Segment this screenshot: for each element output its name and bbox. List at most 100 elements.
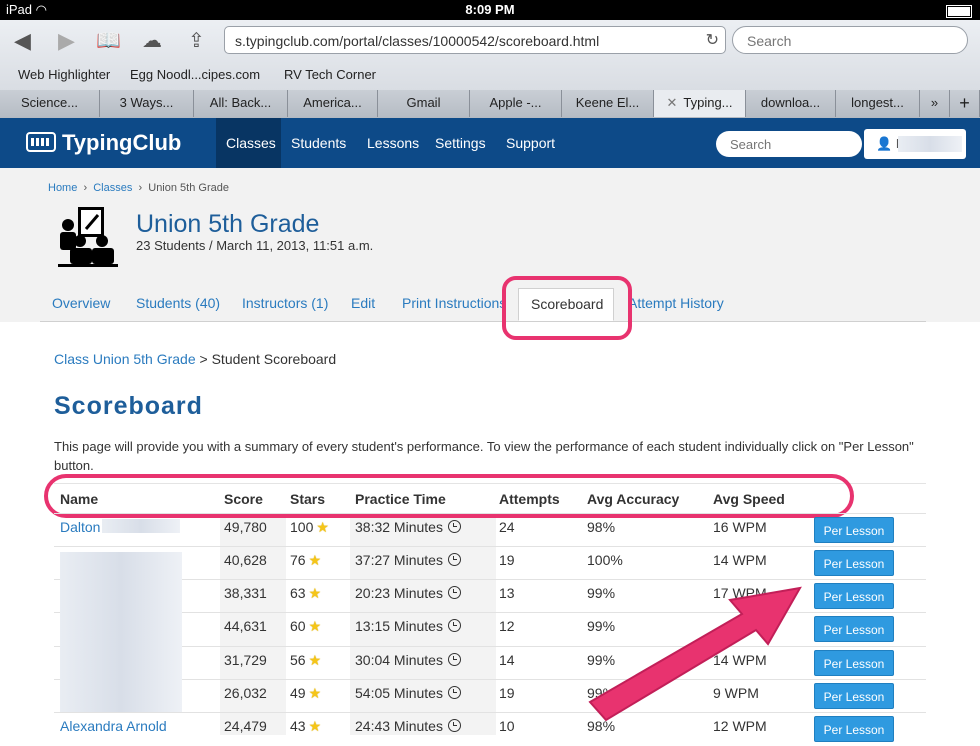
cloud-tabs-icon[interactable]: ☁ xyxy=(142,28,162,53)
browser-tab[interactable]: downloa... xyxy=(746,90,836,117)
stars-value: 63 xyxy=(290,585,306,601)
star-icon: ★ xyxy=(308,585,322,601)
stars-cell: 49 ★ xyxy=(290,685,321,702)
browser-search[interactable] xyxy=(732,26,968,54)
per-lesson-button[interactable]: Per Lesson xyxy=(814,517,894,543)
class-subtitle: 23 Students / March 11, 2013, 11:51 a.m. xyxy=(136,238,374,253)
star-icon: ★ xyxy=(308,718,322,734)
tab-label: Science... xyxy=(20,95,79,110)
address-bar[interactable]: ↻ xyxy=(224,26,726,54)
bookmark-item[interactable]: Web Highlighter xyxy=(18,67,110,82)
score-cell: 49,780 xyxy=(224,519,267,535)
browser-toolbar: ◀ ▶ 📖 ☁ ⇪ ↻ Web Highlighter Egg Noodl...… xyxy=(0,20,980,90)
more-tabs-icon[interactable]: » xyxy=(920,90,950,117)
clock-icon xyxy=(447,619,461,632)
accuracy-cell: 98% xyxy=(587,718,616,734)
browser-tab[interactable]: longest... xyxy=(836,90,920,117)
battery-icon xyxy=(946,3,972,19)
new-tab-icon[interactable]: + xyxy=(950,90,980,117)
back-icon[interactable]: ◀ xyxy=(14,28,31,54)
attempts-cell: 12 xyxy=(499,618,515,634)
nav-settings[interactable]: Settings xyxy=(425,118,496,168)
practice-time-cell: 24:43 Minutes xyxy=(355,718,461,734)
clock-icon xyxy=(447,586,461,599)
breadcrumb-classes[interactable]: Classes xyxy=(93,182,132,194)
reload-icon[interactable]: ↻ xyxy=(706,30,719,50)
clock-icon xyxy=(447,719,461,732)
tab-overview[interactable]: Overview xyxy=(52,295,110,311)
browser-tab[interactable]: 3 Ways... xyxy=(100,90,194,117)
per-lesson-button[interactable]: Per Lesson xyxy=(814,683,894,709)
table-row: 31,729 56 ★ 30:04 Minutes 14 99% 14 WPM Per Les… xyxy=(54,646,926,680)
close-tab-icon[interactable]: ✕ xyxy=(666,95,677,110)
time-value: 13:15 Minutes xyxy=(355,618,443,634)
time-value: 30:04 Minutes xyxy=(355,652,443,668)
class-link[interactable]: Class Union 5th Grade xyxy=(54,351,196,367)
logo[interactable]: TypingClub xyxy=(26,130,181,156)
stars-cell: 63 ★ xyxy=(290,585,321,602)
student-name[interactable]: Alexandra Arnold xyxy=(60,718,167,734)
site-search-input[interactable] xyxy=(716,131,862,157)
per-lesson-button[interactable]: Per Lesson xyxy=(814,583,894,609)
per-lesson-button[interactable]: Per Lesson xyxy=(814,616,894,642)
speed-cell: 12 WPM xyxy=(713,718,767,734)
browser-tab-active[interactable]: ✕ Typing... xyxy=(654,90,746,117)
redacted-name xyxy=(102,519,180,533)
per-lesson-button[interactable]: Per Lesson xyxy=(814,716,894,742)
status-bar: iPad ◠ 8:09 PM xyxy=(0,0,980,20)
table-row: 44,631 60 ★ 13:15 Minutes 12 99% Per Lesson xyxy=(54,612,926,646)
browser-tab[interactable]: America... xyxy=(288,90,378,117)
clock-icon xyxy=(447,686,461,699)
browser-tab[interactable]: All: Back... xyxy=(194,90,288,117)
tab-instructors[interactable]: Instructors (1) xyxy=(242,295,328,311)
browser-tab[interactable]: Keene El... xyxy=(562,90,654,117)
browser-tab[interactable]: Apple -... xyxy=(470,90,562,117)
tab-students[interactable]: Students (40) xyxy=(136,295,220,311)
tab-label: All: Back... xyxy=(209,95,272,110)
score-cell: 40,628 xyxy=(224,552,267,568)
speed-cell: 14 WPM xyxy=(713,652,767,668)
tab-edit[interactable]: Edit xyxy=(351,295,375,311)
browser-tab[interactable]: Gmail xyxy=(378,90,470,117)
time-value: 24:43 Minutes xyxy=(355,718,443,734)
nav-support[interactable]: Support xyxy=(496,118,565,168)
tab-label: + xyxy=(959,93,970,113)
bookmarks-bar: Web Highlighter Egg Noodl...cipes.com RV… xyxy=(0,64,980,88)
table-row: Alexandra Arnold 24,479 43 ★ 24:43 Minutes 10… xyxy=(54,712,926,746)
star-icon: ★ xyxy=(316,519,329,535)
tab-print-instructions[interactable]: Print Instructions xyxy=(402,295,506,311)
attempts-cell: 10 xyxy=(499,718,515,734)
bookmarks-icon[interactable]: 📖 xyxy=(96,28,121,53)
stars-value: 100 xyxy=(290,519,314,535)
speed-cell: 17 WPM xyxy=(713,585,767,601)
score-cell: 31,729 xyxy=(224,652,267,668)
classroom-icon xyxy=(58,207,118,267)
nav-lessons[interactable]: Lessons xyxy=(357,118,429,168)
accuracy-cell: 98% xyxy=(587,519,616,535)
user-menu[interactable]: 👤 D xyxy=(864,129,966,159)
breadcrumb-home[interactable]: Home xyxy=(48,182,77,194)
accuracy-cell: 100% xyxy=(587,552,623,568)
share-icon[interactable]: ⇪ xyxy=(188,28,205,53)
bookmark-item[interactable]: RV Tech Corner xyxy=(284,67,376,82)
bookmark-item[interactable]: Egg Noodl...cipes.com xyxy=(130,67,260,82)
forward-icon[interactable]: ▶ xyxy=(58,28,75,54)
per-lesson-button[interactable]: Per Lesson xyxy=(814,650,894,676)
speed-cell: 16 WPM xyxy=(713,519,767,535)
tab-label: downloa... xyxy=(760,95,821,110)
scoreboard-description: This page will provide you with a summar… xyxy=(54,439,914,473)
tab-label: 3 Ways... xyxy=(119,95,174,110)
speed-cell: 14 WPM xyxy=(713,552,767,568)
url-input[interactable] xyxy=(233,32,697,50)
tab-attempt-history[interactable]: Attempt History xyxy=(628,295,724,311)
stars-cell: 43 ★ xyxy=(290,718,321,735)
per-lesson-button[interactable]: Per Lesson xyxy=(814,550,894,576)
nav-students[interactable]: Students xyxy=(281,118,356,168)
browser-tab[interactable]: Science... xyxy=(0,90,100,117)
browser-search-input[interactable] xyxy=(745,32,949,50)
nav-classes[interactable]: Classes xyxy=(216,118,281,168)
student-name[interactable]: Dalton xyxy=(60,519,100,535)
time-value: 37:27 Minutes xyxy=(355,552,443,568)
table-row: Dalton 49,780 100 ★ 38:32 Minutes 24 98% 16 WPM… xyxy=(54,513,926,547)
score-cell: 26,032 xyxy=(224,685,267,701)
